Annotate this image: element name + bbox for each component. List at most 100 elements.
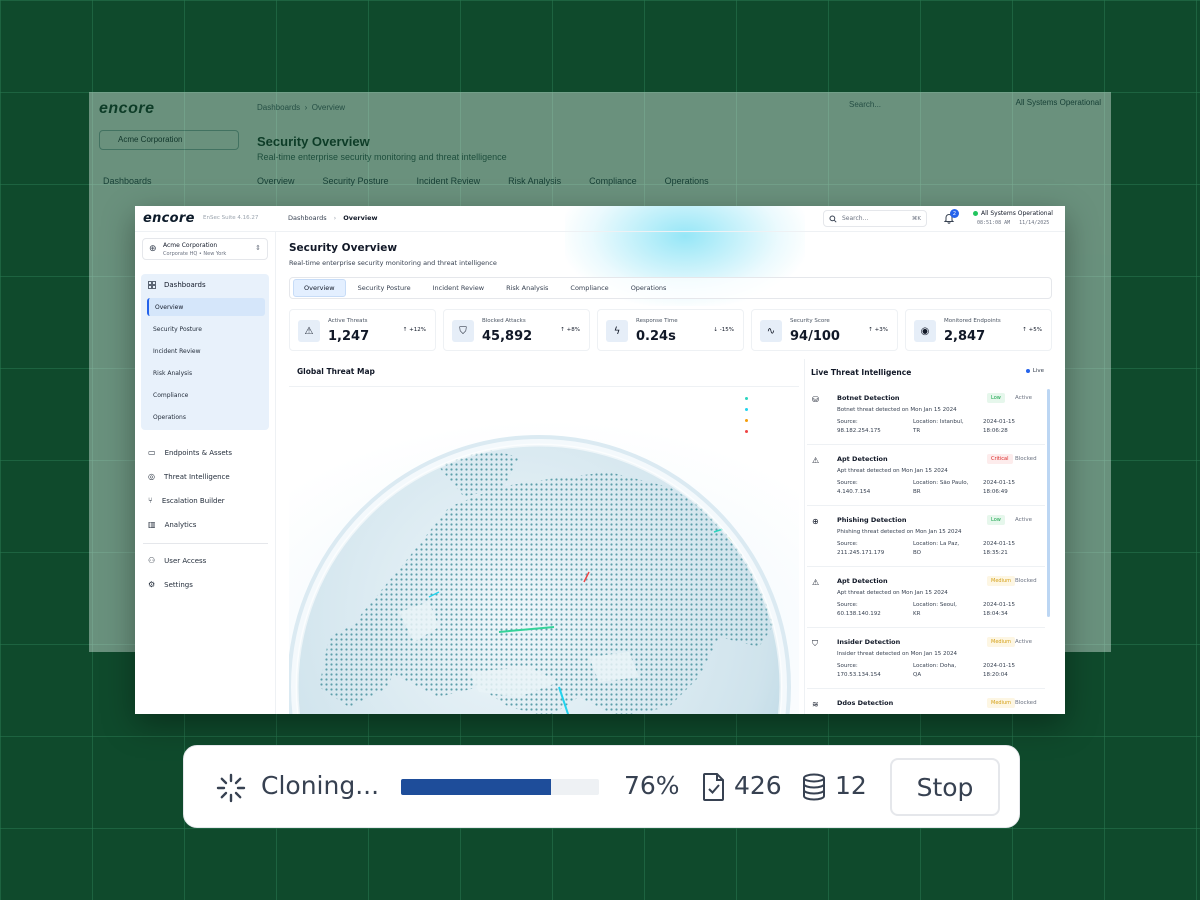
threat-source: Source: 4.140.7.154 xyxy=(837,480,871,495)
threat-name: Phishing Detection xyxy=(837,516,907,524)
sidebar-item-endpoints[interactable]: ▭ Endpoints & Assets xyxy=(148,448,232,457)
sidebar-subitem-risk-analysis[interactable]: Risk Analysis xyxy=(147,364,265,382)
shield-icon: ⛉ xyxy=(452,320,474,342)
sidebar-subitem-incident-review[interactable]: Incident Review xyxy=(147,342,265,360)
background-status: All Systems Operational xyxy=(1015,98,1101,107)
chart-icon: ▥ xyxy=(148,520,156,529)
stat-change: ↑ +12% xyxy=(402,327,426,333)
stat-change: ↑ +3% xyxy=(868,327,888,333)
pulse-icon: ∿ xyxy=(760,320,782,342)
sidebar-item-user-access[interactable]: ⚇ User Access xyxy=(148,556,206,565)
sidebar-subitem-compliance[interactable]: Compliance xyxy=(147,386,265,404)
sidebar-subitem-security-posture[interactable]: Security Posture xyxy=(147,320,265,338)
threat-status: Active xyxy=(1015,517,1033,523)
threat-name: Apt Detection xyxy=(837,455,888,463)
stat-value: 1,247 xyxy=(328,329,370,344)
threat-source: Source: 60.138.140.192 xyxy=(837,602,881,617)
threat-timestamp: 2024-01-15 18:06:49 xyxy=(983,480,1015,495)
stat-change: ↑ +8% xyxy=(560,327,580,333)
threat-card[interactable]: ≋ Ddos Detection Medium Blocked xyxy=(807,692,1045,714)
sidebar-item-dashboards[interactable]: Dashboards xyxy=(148,281,206,289)
sidebar-item-label: Dashboards xyxy=(164,281,206,289)
shield-icon: ⛉ xyxy=(812,639,818,648)
sidebar-group-dashboards: Dashboards Overview Security Posture Inc… xyxy=(141,274,269,430)
tab-security-posture[interactable]: Security Posture xyxy=(348,280,421,296)
search-input[interactable]: Search... ⌘K xyxy=(823,210,927,227)
search-icon xyxy=(829,214,837,223)
system-time: 08:51:08 AM 11/14/2025 xyxy=(977,220,1050,226)
globe-icon: ⊕ xyxy=(149,244,157,254)
stat-label: Blocked Attacks xyxy=(482,318,526,324)
background-search: Search... xyxy=(849,100,882,109)
threat-location: Location: São Paulo, BR xyxy=(913,480,969,495)
breadcrumb-dashboards[interactable]: Dashboards xyxy=(288,214,327,222)
threat-description: Apt threat detected on Mon Jan 15 2024 xyxy=(837,468,948,474)
app-window: encore EnSec Suite 4.16.27 Dashboards › … xyxy=(135,206,1065,714)
threat-card[interactable]: ⊕ Phishing Detection Low Active Phishing… xyxy=(807,509,1045,567)
threat-card[interactable]: ⚠ Apt Detection Critical Blocked Apt thr… xyxy=(807,448,1045,506)
sidebar-item-escalation-builder[interactable]: ⑂ Escalation Builder xyxy=(148,496,225,505)
threat-description: Botnet threat detected on Mon Jan 15 202… xyxy=(837,407,957,413)
tab-incident-review[interactable]: Incident Review xyxy=(423,280,494,296)
org-selector[interactable]: ⊕ Acme Corporation Corporate HQ • New Yo… xyxy=(142,238,268,260)
breadcrumb-overview: Overview xyxy=(343,214,378,222)
threat-status: Blocked xyxy=(1015,700,1037,706)
grid-icon xyxy=(148,281,156,289)
stat-label: Response Time xyxy=(636,318,678,324)
severity-badge: Low xyxy=(987,515,1005,525)
page-title: Security Overview xyxy=(289,242,398,254)
notification-badge: 2 xyxy=(950,209,959,218)
background-tabs: Overview Security Posture Incident Review R… xyxy=(257,176,709,186)
tab-risk-analysis[interactable]: Risk Analysis xyxy=(496,280,558,296)
progress-percent: 76% xyxy=(624,771,680,800)
severity-badge: Critical xyxy=(987,454,1013,464)
tab-overview[interactable]: Overview xyxy=(293,279,346,297)
threat-name: Insider Detection xyxy=(837,638,901,646)
sidebar-item-settings[interactable]: ⚙ Settings xyxy=(148,580,193,589)
sidebar: ⊕ Acme Corporation Corporate HQ • New Yo… xyxy=(135,232,276,714)
stat-value: 2,847 xyxy=(944,329,986,344)
threat-card[interactable]: ⛁ Botnet Detection Low Active Botnet thr… xyxy=(807,387,1045,445)
threat-list-scrollbar[interactable] xyxy=(1047,389,1050,617)
sidebar-subitem-operations[interactable]: Operations xyxy=(147,408,265,426)
stat-value: 0.24s xyxy=(636,329,676,344)
laptop-icon: ▭ xyxy=(148,448,156,457)
threat-source: Source: 98.182.254.175 xyxy=(837,419,881,434)
sidebar-item-threat-intelligence[interactable]: ◎ Threat Intelligence xyxy=(148,472,230,481)
bolt-icon: ϟ xyxy=(606,320,628,342)
threat-card[interactable]: ⚠ Apt Detection Medium Blocked Apt threa… xyxy=(807,570,1045,628)
legend-dot xyxy=(745,419,748,422)
status-dot-icon xyxy=(973,211,978,216)
tab-compliance[interactable]: Compliance xyxy=(560,280,618,296)
file-count: 426 xyxy=(734,771,782,800)
tab-operations[interactable]: Operations xyxy=(621,280,677,296)
threat-location: Location: Doha, QA xyxy=(913,663,957,678)
stat-label: Monitored Endpoints xyxy=(944,318,1001,324)
severity-badge: Low xyxy=(987,393,1005,403)
gear-icon: ⚙ xyxy=(148,580,156,589)
sidebar-item-analytics[interactable]: ▥ Analytics xyxy=(148,520,196,529)
threat-card[interactable]: ⛉ Insider Detection Medium Active Inside… xyxy=(807,631,1045,689)
background-title: Security Overview xyxy=(257,134,370,149)
clone-progress-bar: Cloning... 76% 426 12 Stop xyxy=(183,745,1020,828)
radar-icon: ◎ xyxy=(148,472,155,481)
live-threat-panel: Live Threat Intelligence Live ⛁ Botnet D… xyxy=(804,359,1052,714)
threat-location: Location: La Paz, BO xyxy=(913,541,960,556)
sidebar-subitem-overview[interactable]: Overview xyxy=(147,298,265,316)
warning-icon: ⚠ xyxy=(812,578,820,587)
threat-description: Phishing threat detected on Mon Jan 15 2… xyxy=(837,529,962,535)
threat-panel-title: Live Threat Intelligence xyxy=(811,368,912,377)
stat-label: Active Threats xyxy=(328,318,368,324)
wifi-icon: ≋ xyxy=(812,700,819,709)
threat-source: Source: 211.245.171.179 xyxy=(837,541,885,556)
clone-status-label: Cloning... xyxy=(261,771,380,800)
globe-map[interactable] xyxy=(289,387,799,714)
severity-badge: Medium xyxy=(987,698,1015,708)
stat-cards: ⚠ Active Threats 1,247 ↑ +12% ⛉ Blocked … xyxy=(289,309,1052,351)
org-name: Acme Corporation xyxy=(163,242,218,249)
search-shortcut: ⌘K xyxy=(911,215,921,222)
branch-icon: ⑂ xyxy=(148,496,153,505)
legend-dot xyxy=(745,397,748,400)
top-bar: encore EnSec Suite 4.16.27 Dashboards › … xyxy=(135,206,1065,232)
stop-button[interactable]: Stop xyxy=(890,758,1000,816)
